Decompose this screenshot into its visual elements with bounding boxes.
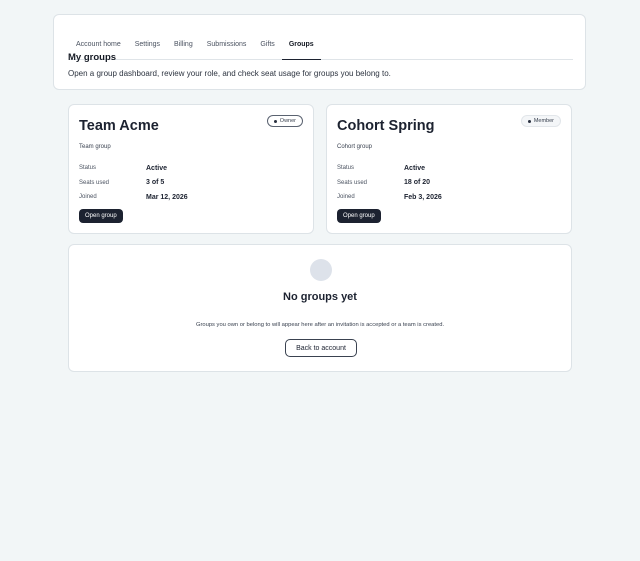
empty-state-title: No groups yet bbox=[283, 291, 357, 303]
meta-value: Feb 3, 2026 bbox=[404, 193, 442, 201]
tab-groups[interactable]: Groups bbox=[281, 29, 321, 60]
group-type: Team group bbox=[79, 144, 111, 150]
meta-row-status: Status Active bbox=[337, 161, 442, 176]
dot-icon bbox=[527, 119, 531, 123]
group-name: Cohort Spring bbox=[337, 118, 435, 134]
meta-label: Joined bbox=[79, 194, 97, 201]
placeholder-circle-icon bbox=[310, 259, 332, 281]
account-tabs: Account home Settings Billing Submission… bbox=[69, 29, 573, 60]
tab-gifts[interactable]: Gifts bbox=[253, 29, 281, 59]
open-group-button[interactable]: Open group bbox=[337, 209, 381, 223]
meta-label: Seats used bbox=[79, 179, 110, 186]
back-to-account-button[interactable]: Back to account bbox=[285, 339, 357, 357]
page-description: Open a group dashboard, review your role… bbox=[68, 69, 391, 78]
tab-billing[interactable]: Billing bbox=[167, 29, 200, 59]
meta-row-seats: Seats used 3 of 5 bbox=[79, 176, 188, 191]
meta-label: Status bbox=[337, 165, 355, 172]
meta-label: Status bbox=[79, 165, 97, 172]
group-type: Cohort group bbox=[337, 144, 373, 150]
tab-submissions[interactable]: Submissions bbox=[200, 29, 254, 59]
tab-settings[interactable]: Settings bbox=[128, 29, 167, 59]
meta-value: 3 of 5 bbox=[146, 179, 165, 187]
group-card-team-acme: Team Acme Owner Team group Status Active… bbox=[68, 104, 314, 234]
meta-row-status: Status Active bbox=[79, 161, 188, 176]
meta-value: Mar 12, 2026 bbox=[146, 193, 188, 201]
empty-state-card: No groups yet Groups you own or belong t… bbox=[68, 244, 572, 372]
meta-row-joined: Joined Mar 12, 2026 bbox=[79, 190, 188, 205]
page-title: My groups bbox=[68, 52, 117, 63]
group-card-cohort-spring: Cohort Spring Member Cohort group Status… bbox=[326, 104, 572, 234]
group-meta: Status Active Seats used 3 of 5 Joined M… bbox=[79, 161, 188, 205]
group-meta: Status Active Seats used 18 of 20 Joined… bbox=[337, 161, 442, 205]
dot-icon bbox=[273, 119, 277, 123]
role-label: Member bbox=[533, 118, 554, 124]
meta-value: Active bbox=[404, 164, 426, 172]
meta-label: Seats used bbox=[337, 179, 368, 186]
group-name: Team Acme bbox=[79, 118, 159, 134]
meta-value: 18 of 20 bbox=[404, 179, 431, 187]
meta-row-joined: Joined Feb 3, 2026 bbox=[337, 190, 442, 205]
role-label: Owner bbox=[279, 118, 296, 124]
meta-row-seats: Seats used 18 of 20 bbox=[337, 176, 442, 191]
meta-value: Active bbox=[146, 164, 168, 172]
groups-header-card: Account home Settings Billing Submission… bbox=[53, 14, 586, 90]
role-badge: Owner bbox=[266, 115, 303, 127]
meta-label: Joined bbox=[337, 194, 355, 201]
open-group-button[interactable]: Open group bbox=[79, 209, 123, 223]
empty-state-text: Groups you own or belong to will appear … bbox=[195, 322, 445, 328]
role-badge: Member bbox=[520, 115, 561, 127]
